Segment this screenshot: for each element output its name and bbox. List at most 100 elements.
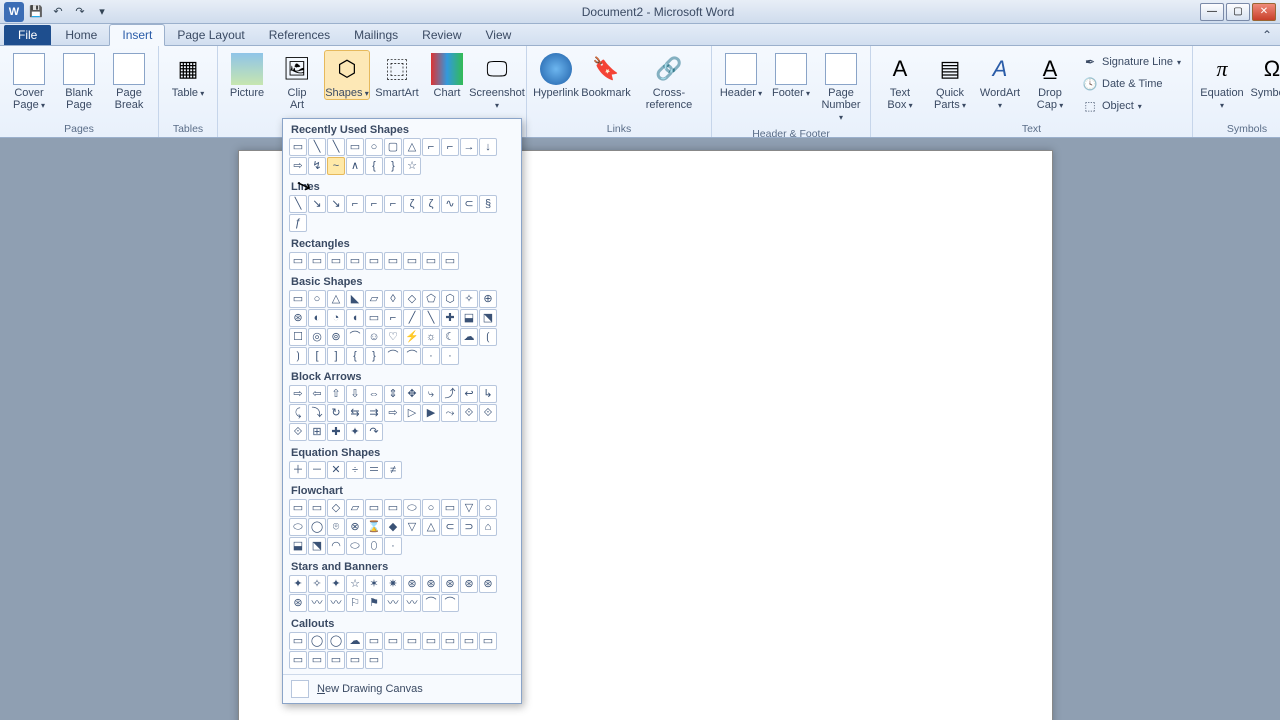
shape-item[interactable]: 〰 xyxy=(403,594,421,612)
footer-button[interactable]: Footer xyxy=(768,50,814,100)
shape-item[interactable]: ▽ xyxy=(460,499,478,517)
shape-item[interactable]: ] xyxy=(327,347,345,365)
shape-item[interactable]: ⊃ xyxy=(460,518,478,536)
shape-item[interactable]: ◯ xyxy=(327,632,345,650)
shape-item[interactable]: ☁ xyxy=(460,328,478,346)
shape-item[interactable]: 〰 xyxy=(327,594,345,612)
equation-button[interactable]: πEquation xyxy=(1199,50,1245,112)
shape-item[interactable]: ✧ xyxy=(460,290,478,308)
shape-item[interactable]: ▭ xyxy=(441,632,459,650)
shape-item[interactable]: ☾ xyxy=(441,328,459,346)
header-button[interactable]: Header xyxy=(718,50,764,100)
shape-item[interactable]: ƒ xyxy=(289,214,307,232)
shape-item[interactable]: ⬠ xyxy=(422,290,440,308)
shape-item[interactable]: ✕ xyxy=(327,461,345,479)
shape-item[interactable]: ▭ xyxy=(289,290,307,308)
shape-item[interactable]: ⊂ xyxy=(441,518,459,536)
shape-item[interactable]: ⊛ xyxy=(479,575,497,593)
shape-item[interactable]: ↳ xyxy=(479,385,497,403)
shape-item[interactable]: ⚐ xyxy=(346,594,364,612)
shape-item[interactable]: △ xyxy=(327,290,345,308)
shape-item[interactable]: ↻ xyxy=(327,404,345,422)
shape-item[interactable]: ⇕ xyxy=(384,385,402,403)
shape-item[interactable]: ╲ xyxy=(308,138,326,156)
shape-item[interactable]: ⌐ xyxy=(365,195,383,213)
clipart-button[interactable]: 🖼Clip Art xyxy=(274,50,320,112)
shape-item[interactable]: ⊛ xyxy=(460,575,478,593)
picture-button[interactable]: Picture xyxy=(224,50,270,100)
pagenum-button[interactable]: Page Number xyxy=(818,50,864,124)
shape-item[interactable]: 〰 xyxy=(384,594,402,612)
tab-page-layout[interactable]: Page Layout xyxy=(165,25,256,45)
shape-item[interactable]: ▭ xyxy=(441,252,459,270)
shape-item[interactable]: ▱ xyxy=(346,499,364,517)
shape-item[interactable]: ○ xyxy=(365,138,383,156)
shape-item[interactable]: ↷ xyxy=(365,423,383,441)
shape-item[interactable]: ⇔ xyxy=(365,385,383,403)
qat-undo-icon[interactable]: ↶ xyxy=(48,2,68,22)
shape-item[interactable]: ↘ xyxy=(308,195,326,213)
shape-item[interactable]: ⌒ xyxy=(422,594,440,612)
shape-item[interactable]: ▭ xyxy=(384,252,402,270)
shape-item[interactable]: ✥ xyxy=(403,385,421,403)
shape-item[interactable]: ▭ xyxy=(308,651,326,669)
shape-item[interactable]: ◐ xyxy=(308,309,326,327)
shape-item[interactable]: ◇ xyxy=(403,290,421,308)
shape-item[interactable]: ↓ xyxy=(479,138,497,156)
shape-item[interactable]: ▭ xyxy=(365,309,383,327)
tab-review[interactable]: Review xyxy=(410,25,473,45)
shapes-button[interactable]: ⬡Shapes xyxy=(324,50,370,100)
shape-item[interactable]: ✚ xyxy=(441,309,459,327)
shape-item[interactable]: ▭ xyxy=(346,252,364,270)
shape-item[interactable]: ⬓ xyxy=(460,309,478,327)
shape-item[interactable]: ▭ xyxy=(289,632,307,650)
shape-item[interactable]: } xyxy=(365,347,383,365)
shape-item[interactable]: ⌐ xyxy=(422,138,440,156)
shape-item[interactable]: ⊕ xyxy=(479,290,497,308)
shape-item[interactable]: ▭ xyxy=(422,252,440,270)
shape-item[interactable]: ζ xyxy=(403,195,421,213)
shape-item[interactable]: ▭ xyxy=(460,632,478,650)
shape-item[interactable]: ⊛ xyxy=(403,575,421,593)
shape-item[interactable]: ⊞ xyxy=(308,423,326,441)
shape-item[interactable]: ⌐ xyxy=(384,195,402,213)
shape-item[interactable]: ~ xyxy=(327,157,345,175)
shape-item[interactable]: ⌒ xyxy=(384,347,402,365)
shape-item[interactable]: ▭ xyxy=(422,632,440,650)
shape-item[interactable]: ⤴ xyxy=(441,385,459,403)
shape-item[interactable]: ⬓ xyxy=(289,537,307,555)
shape-item[interactable]: ⇨ xyxy=(384,404,402,422)
shape-item[interactable]: ▭ xyxy=(365,632,383,650)
shape-item[interactable]: ▭ xyxy=(384,632,402,650)
shape-item[interactable]: ▭ xyxy=(346,651,364,669)
shape-item[interactable]: ⚡ xyxy=(403,328,421,346)
shape-item[interactable]: ▭ xyxy=(479,632,497,650)
shape-item[interactable]: ✚ xyxy=(327,423,345,441)
shape-item[interactable]: · xyxy=(441,347,459,365)
shape-item[interactable]: ○ xyxy=(422,499,440,517)
textbox-button[interactable]: AText Box xyxy=(877,50,923,112)
cover-page-button[interactable]: Cover Page xyxy=(6,50,52,112)
shape-item[interactable]: ⌂ xyxy=(479,518,497,536)
qat-redo-icon[interactable]: ↷ xyxy=(70,2,90,22)
shape-item[interactable]: { xyxy=(346,347,364,365)
shape-item[interactable]: → xyxy=(460,138,478,156)
shape-item[interactable]: ⌒ xyxy=(346,328,364,346)
shape-item[interactable]: ↯ xyxy=(308,157,326,175)
shape-item[interactable]: ▭ xyxy=(289,499,307,517)
shape-item[interactable]: ▢ xyxy=(384,138,402,156)
shape-item[interactable]: · xyxy=(422,347,440,365)
shape-item[interactable]: ⊗ xyxy=(346,518,364,536)
shape-item[interactable]: ♡ xyxy=(384,328,402,346)
shape-item[interactable]: ☆ xyxy=(403,157,421,175)
shape-item[interactable]: ⬭ xyxy=(346,537,364,555)
table-button[interactable]: ▦Table xyxy=(165,50,211,100)
tab-view[interactable]: View xyxy=(474,25,524,45)
qat-save-icon[interactable]: 💾 xyxy=(26,2,46,22)
shape-item[interactable]: ◆ xyxy=(384,518,402,536)
shape-item[interactable]: ◯ xyxy=(308,518,326,536)
close-button[interactable]: ✕ xyxy=(1252,3,1276,21)
shape-item[interactable]: ▭ xyxy=(365,651,383,669)
screenshot-button[interactable]: 🖵Screenshot xyxy=(474,50,520,112)
qat-customize-icon[interactable]: ▾ xyxy=(92,2,112,22)
